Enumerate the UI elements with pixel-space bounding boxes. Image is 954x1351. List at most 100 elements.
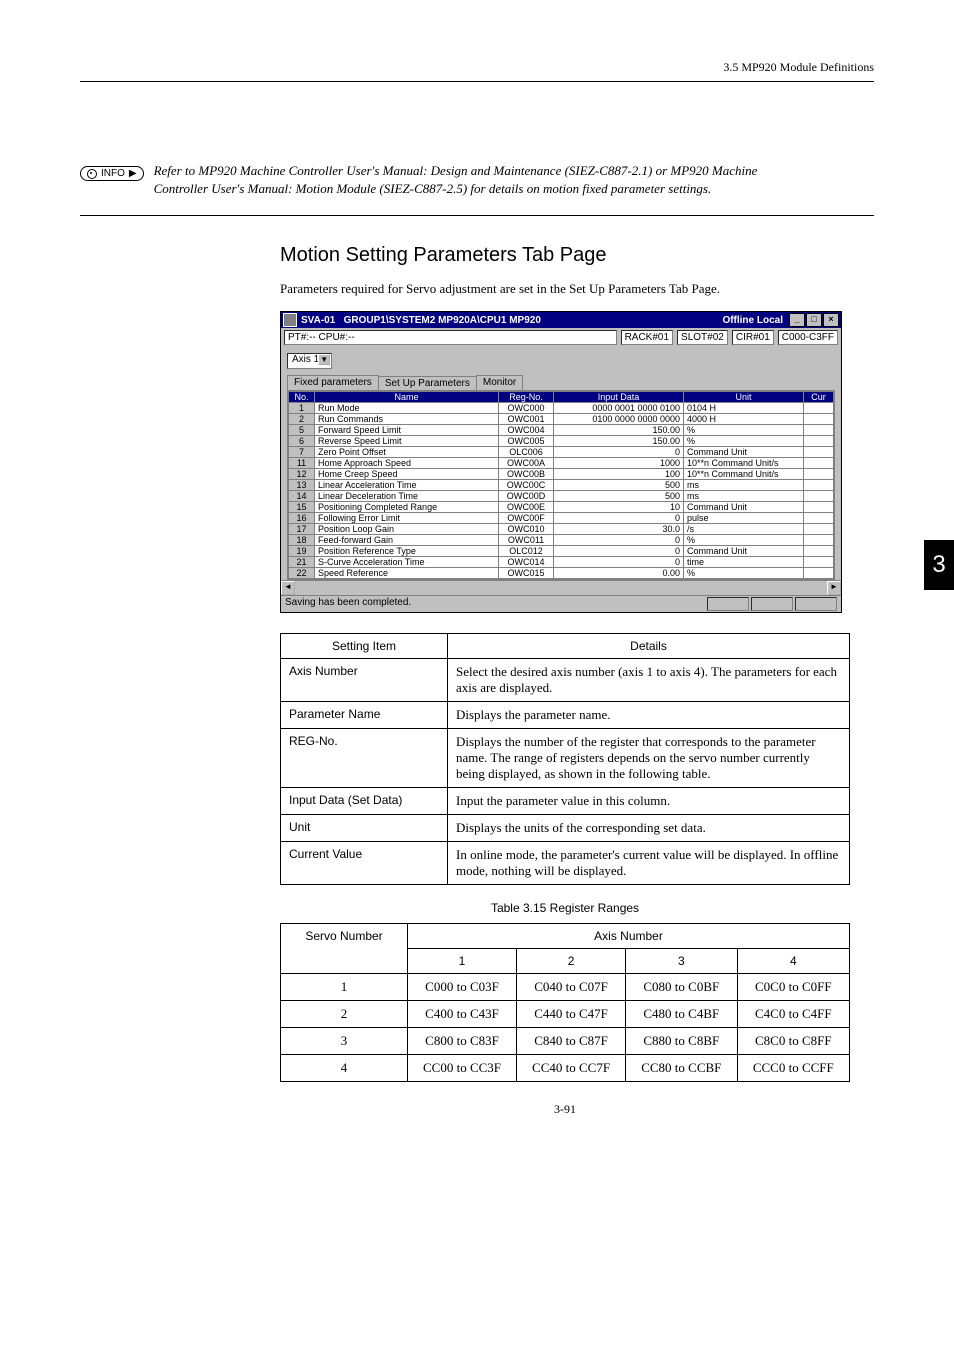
col-cur[interactable]: Cur bbox=[804, 392, 834, 403]
cell-unit: 0104 H bbox=[684, 403, 804, 414]
cell-input[interactable]: 0 bbox=[554, 535, 684, 546]
col-name[interactable]: Name bbox=[315, 392, 499, 403]
cell-name: Feed-forward Gain bbox=[315, 535, 499, 546]
col-no[interactable]: No. bbox=[289, 392, 315, 403]
cell-input[interactable]: 0 bbox=[554, 447, 684, 458]
cell-unit: time bbox=[684, 557, 804, 568]
cell-input[interactable]: 0.00 bbox=[554, 568, 684, 579]
ranges-head-a3: 3 bbox=[626, 949, 738, 974]
grid-row[interactable]: 11Home Approach SpeedOWC00A100010**n Com… bbox=[289, 458, 834, 469]
cell-input[interactable]: 150.00 bbox=[554, 425, 684, 436]
col-input[interactable]: Input Data bbox=[554, 392, 684, 403]
grid-row[interactable]: 15Positioning Completed RangeOWC00E10Com… bbox=[289, 502, 834, 513]
ranges-servo: 4 bbox=[281, 1055, 408, 1082]
cell-no: 17 bbox=[289, 524, 315, 535]
cell-name: Linear Acceleration Time bbox=[315, 480, 499, 491]
cell-unit: ms bbox=[684, 480, 804, 491]
grid-row[interactable]: 22Speed ReferenceOWC0150.00% bbox=[289, 568, 834, 579]
ranges-cell: C880 to C8BF bbox=[626, 1028, 738, 1055]
details-head-details: Details bbox=[448, 634, 850, 659]
grid-row[interactable]: 21S-Curve Acceleration TimeOWC0140time bbox=[289, 557, 834, 568]
details-item: Parameter Name bbox=[281, 702, 448, 729]
cell-input[interactable]: 0 bbox=[554, 513, 684, 524]
grid-row[interactable]: 13Linear Acceleration TimeOWC00C500ms bbox=[289, 480, 834, 491]
cell-unit: pulse bbox=[684, 513, 804, 524]
cell-cur bbox=[804, 447, 834, 458]
info-block: INFO ▶ Refer to MP920 Machine Controller… bbox=[80, 162, 874, 216]
close-button[interactable]: × bbox=[823, 313, 839, 327]
grid-row[interactable]: 1Run ModeOWC0000000 0001 0000 01000104 H bbox=[289, 403, 834, 414]
grid-row[interactable]: 14Linear Deceleration TimeOWC00D500ms bbox=[289, 491, 834, 502]
cell-name: Home Creep Speed bbox=[315, 469, 499, 480]
cell-input[interactable]: 150.00 bbox=[554, 436, 684, 447]
info-prefix: Refer to bbox=[154, 163, 199, 178]
grid-row[interactable]: 5Forward Speed LimitOWC004150.00% bbox=[289, 425, 834, 436]
app-icon bbox=[283, 313, 297, 327]
info-icon bbox=[87, 169, 97, 179]
cell-cur bbox=[804, 568, 834, 579]
grid-row[interactable]: 6Reverse Speed LimitOWC005150.00% bbox=[289, 436, 834, 447]
details-text: In online mode, the parameter's current … bbox=[448, 842, 850, 885]
cell-input[interactable]: 500 bbox=[554, 491, 684, 502]
info-text: Refer to MP920 Machine Controller User's… bbox=[154, 162, 774, 197]
ranges-caption: Table 3.15 Register Ranges bbox=[280, 901, 850, 915]
arrow-icon: ▶ bbox=[129, 168, 137, 179]
ranges-cell: C0C0 to C0FF bbox=[737, 974, 849, 1001]
col-unit[interactable]: Unit bbox=[684, 392, 804, 403]
cell-reg: OWC00D bbox=[499, 491, 554, 502]
cell-no: 11 bbox=[289, 458, 315, 469]
ranges-cell: C800 to C83F bbox=[408, 1028, 517, 1055]
cell-cur bbox=[804, 480, 834, 491]
cir-cell: CIR#01 bbox=[732, 330, 774, 345]
cell-input[interactable]: 0000 0001 0000 0100 bbox=[554, 403, 684, 414]
ranges-head-a4: 4 bbox=[737, 949, 849, 974]
details-table: Setting Item Details Axis NumberSelect t… bbox=[280, 633, 850, 885]
cell-reg: OWC00B bbox=[499, 469, 554, 480]
minimize-button[interactable]: _ bbox=[789, 313, 805, 327]
grid-row[interactable]: 18Feed-forward GainOWC0110% bbox=[289, 535, 834, 546]
grid-row[interactable]: 19Position Reference TypeOLC0120Command … bbox=[289, 546, 834, 557]
tabs: Fixed parameters Set Up Parameters Monit… bbox=[287, 375, 835, 390]
ranges-cell: C040 to C07F bbox=[517, 974, 626, 1001]
details-head-item: Setting Item bbox=[281, 634, 448, 659]
grid-row[interactable]: 7Zero Point OffsetOLC0060Command Unit bbox=[289, 447, 834, 458]
cell-cur bbox=[804, 414, 834, 425]
scroll-right-button[interactable]: ► bbox=[827, 581, 841, 595]
cell-input[interactable]: 0 bbox=[554, 557, 684, 568]
cell-unit: ms bbox=[684, 491, 804, 502]
cell-input[interactable]: 10 bbox=[554, 502, 684, 513]
details-text: Displays the number of the register that… bbox=[448, 729, 850, 788]
grid-row[interactable]: 2Run CommandsOWC0010100 0000 0000 000040… bbox=[289, 414, 834, 425]
cell-input[interactable]: 0100 0000 0000 0000 bbox=[554, 414, 684, 425]
ranges-cell: C400 to C43F bbox=[408, 1001, 517, 1028]
maximize-button[interactable]: □ bbox=[806, 313, 822, 327]
axis-select[interactable]: Axis 1 bbox=[287, 353, 332, 369]
cell-input[interactable]: 0 bbox=[554, 546, 684, 557]
cell-input[interactable]: 1000 bbox=[554, 458, 684, 469]
tab-fixed-parameters[interactable]: Fixed parameters bbox=[287, 375, 379, 390]
ranges-cell: CCC0 to CCFF bbox=[737, 1055, 849, 1082]
cell-unit: % bbox=[684, 425, 804, 436]
ranges-table: Servo Number Axis Number 1 2 3 4 1C000 t… bbox=[280, 923, 850, 1082]
grid-row[interactable]: 12Home Creep SpeedOWC00B10010**n Command… bbox=[289, 469, 834, 480]
cell-reg: OWC010 bbox=[499, 524, 554, 535]
cell-input[interactable]: 30.0 bbox=[554, 524, 684, 535]
tab-set-up-parameters[interactable]: Set Up Parameters bbox=[378, 376, 477, 391]
status-bar: Saving has been completed. bbox=[281, 595, 841, 612]
details-row: Input Data (Set Data)Input the parameter… bbox=[281, 788, 850, 815]
grid-row[interactable]: 16Following Error LimitOWC00F0pulse bbox=[289, 513, 834, 524]
tab-monitor[interactable]: Monitor bbox=[476, 375, 523, 390]
cell-name: Home Approach Speed bbox=[315, 458, 499, 469]
titlebar: SVA-01 GROUP1\SYSTEM2 MP920A\CPU1 MP920 … bbox=[281, 312, 841, 328]
cell-input[interactable]: 500 bbox=[554, 480, 684, 491]
details-row: Axis NumberSelect the desired axis numbe… bbox=[281, 659, 850, 702]
cell-reg: OWC00C bbox=[499, 480, 554, 491]
col-reg[interactable]: Reg-No. bbox=[499, 392, 554, 403]
grid-row[interactable]: 17Position Loop GainOWC01030.0/s bbox=[289, 524, 834, 535]
scroll-left-button[interactable]: ◄ bbox=[281, 581, 295, 595]
cell-no: 18 bbox=[289, 535, 315, 546]
details-row: Current ValueIn online mode, the paramet… bbox=[281, 842, 850, 885]
info-badge-text: INFO bbox=[101, 168, 125, 179]
cell-reg: OWC014 bbox=[499, 557, 554, 568]
cell-input[interactable]: 100 bbox=[554, 469, 684, 480]
